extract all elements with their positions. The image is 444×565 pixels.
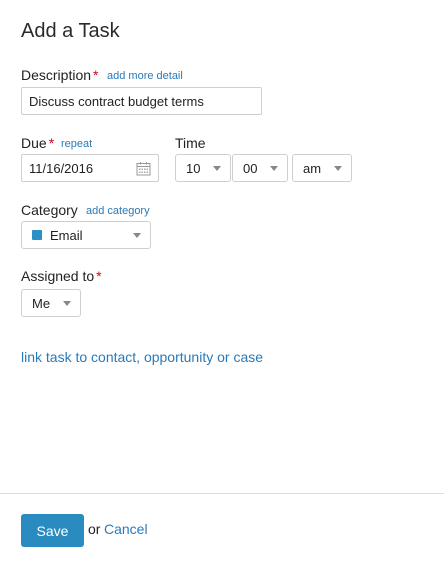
add-more-detail-link[interactable]: add more detail	[107, 70, 183, 82]
ampm-select[interactable]: am	[292, 154, 352, 182]
hour-value: 10	[186, 160, 201, 176]
cancel-link[interactable]: Cancel	[104, 521, 148, 537]
minute-select[interactable]: 00	[232, 154, 288, 182]
chevron-down-icon	[334, 166, 342, 171]
description-input-value: Discuss contract budget terms	[29, 93, 204, 109]
chevron-down-icon	[213, 166, 221, 171]
chevron-down-icon	[133, 233, 141, 238]
repeat-link[interactable]: repeat	[61, 138, 92, 150]
add-category-link[interactable]: add category	[86, 205, 150, 217]
assigned-label: Assigned to	[21, 268, 95, 284]
chevron-down-icon	[270, 166, 278, 171]
chevron-down-icon	[63, 301, 71, 306]
due-date-input[interactable]: 11/16/2016	[21, 154, 159, 182]
time-label: Time	[175, 135, 206, 151]
footer-divider	[0, 493, 444, 494]
save-button[interactable]: Save	[21, 514, 84, 547]
calendar-icon[interactable]	[136, 161, 151, 176]
hour-select[interactable]: 10	[175, 154, 231, 182]
category-select[interactable]: Email	[21, 221, 151, 249]
due-label: Due	[21, 135, 47, 151]
description-label-group: Description *	[21, 67, 98, 83]
assigned-select[interactable]: Me	[21, 289, 81, 317]
description-input[interactable]: Discuss contract budget terms	[21, 87, 262, 115]
ampm-value: am	[303, 160, 322, 176]
due-label-group: Due *	[21, 135, 54, 151]
link-task-link[interactable]: link task to contact, opportunity or cas…	[21, 349, 263, 365]
or-text: or	[88, 521, 101, 537]
minute-value: 00	[243, 160, 258, 176]
category-color-swatch	[32, 230, 42, 240]
category-label: Category	[21, 202, 78, 218]
assigned-value: Me	[32, 295, 51, 311]
due-date-value: 11/16/2016	[29, 160, 94, 176]
required-mark: *	[96, 268, 102, 284]
assigned-label-group: Assigned to *	[21, 268, 102, 284]
description-label: Description	[21, 67, 92, 83]
page-title: Add a Task	[21, 20, 120, 42]
required-mark: *	[93, 67, 99, 83]
category-value: Email	[50, 227, 83, 243]
required-mark: *	[48, 135, 55, 151]
